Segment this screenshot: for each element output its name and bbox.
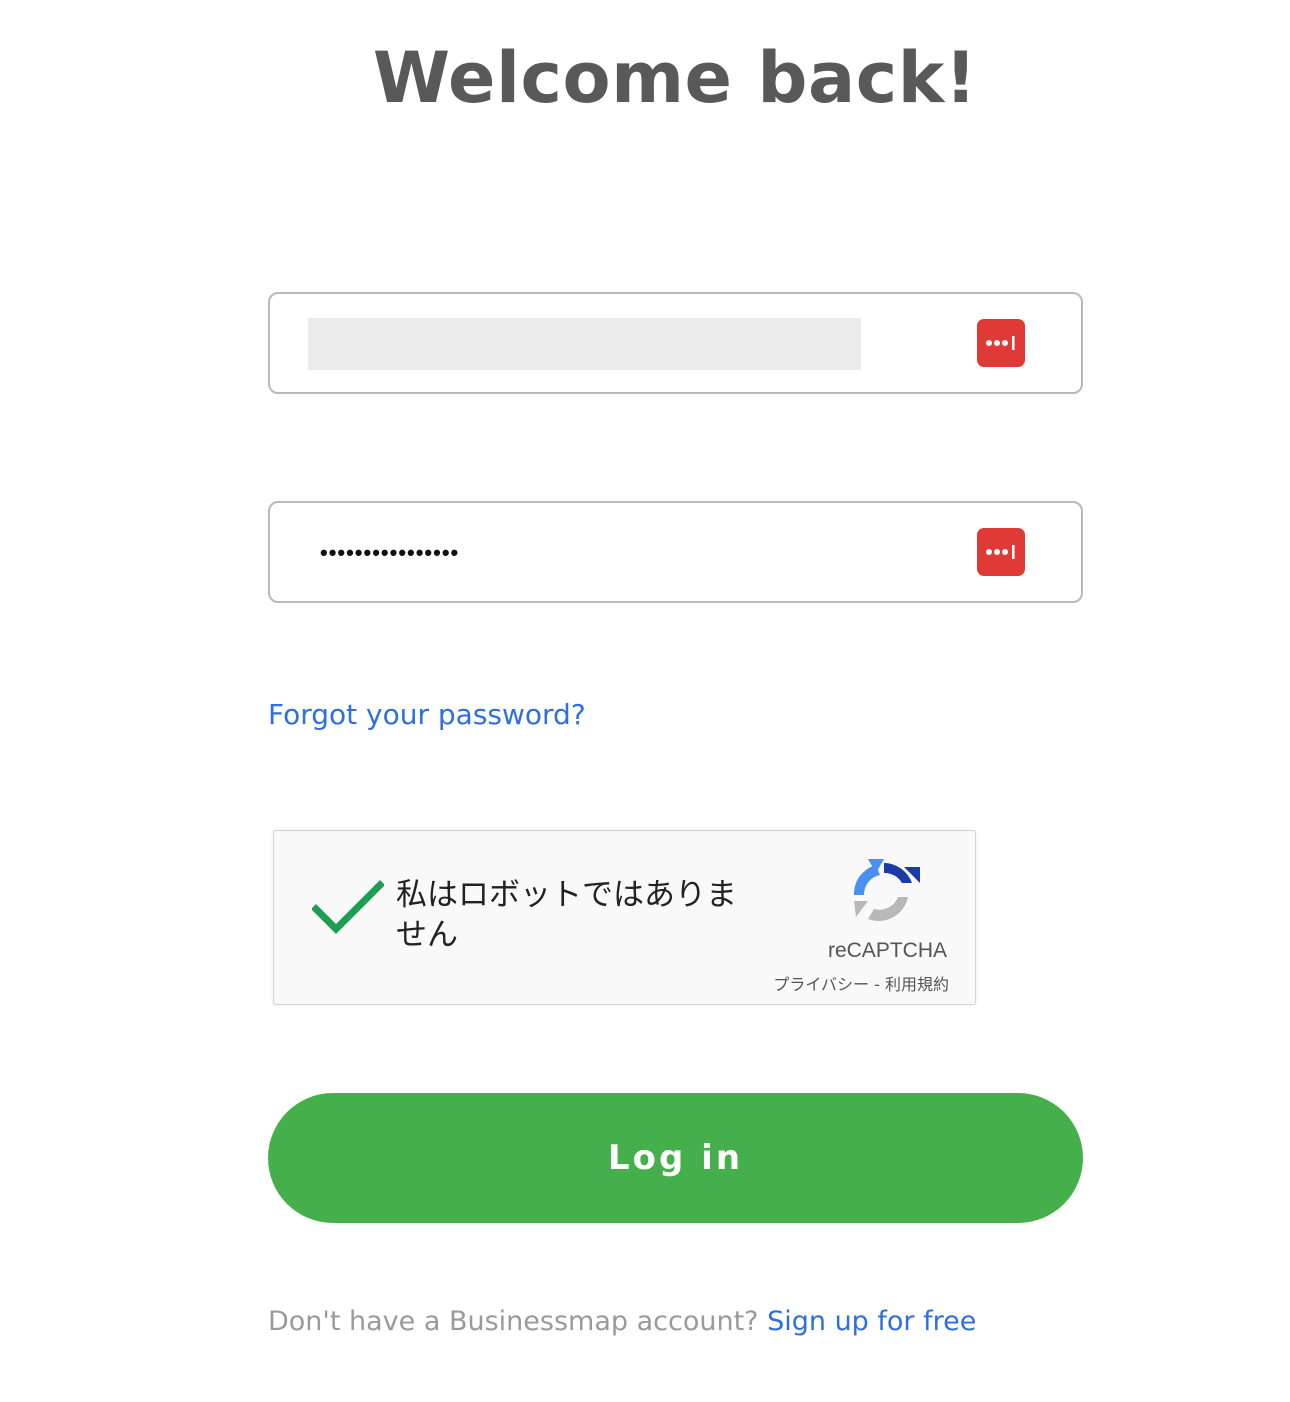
recaptcha-terms-links: プライバシー - 利用規約 [773,971,949,995]
signup-link[interactable]: Sign up for free [767,1306,976,1337]
checkmark-icon[interactable] [312,877,384,937]
recaptcha-terms-link[interactable]: 利用規約 [885,975,949,994]
recaptcha-brand: reCAPTCHA [827,939,947,962]
login-button[interactable]: Log in [268,1093,1083,1223]
recaptcha-separator: - [869,975,885,994]
signup-prompt: Don't have a Businessmap account? Sign u… [268,1304,976,1340]
password-input[interactable] [308,527,861,579]
forgot-password-link[interactable]: Forgot your password? [268,697,586,733]
page-title: Welcome back! [372,37,978,119]
signup-text: Don't have a Businessmap account? [268,1306,759,1337]
recaptcha-label: 私はロボットではありません [396,877,737,953]
email-input[interactable] [308,318,861,370]
password-field[interactable] [268,501,1083,603]
email-field[interactable] [268,292,1083,394]
lastpass-icon[interactable] [977,319,1025,367]
recaptcha-widget: 私はロボットではありません reCAPTCHA プライバシー - 利用規約 [273,830,976,1005]
recaptcha-logo-icon [853,859,920,921]
lastpass-icon[interactable] [977,528,1025,576]
recaptcha-privacy-link[interactable]: プライバシー [773,975,869,994]
